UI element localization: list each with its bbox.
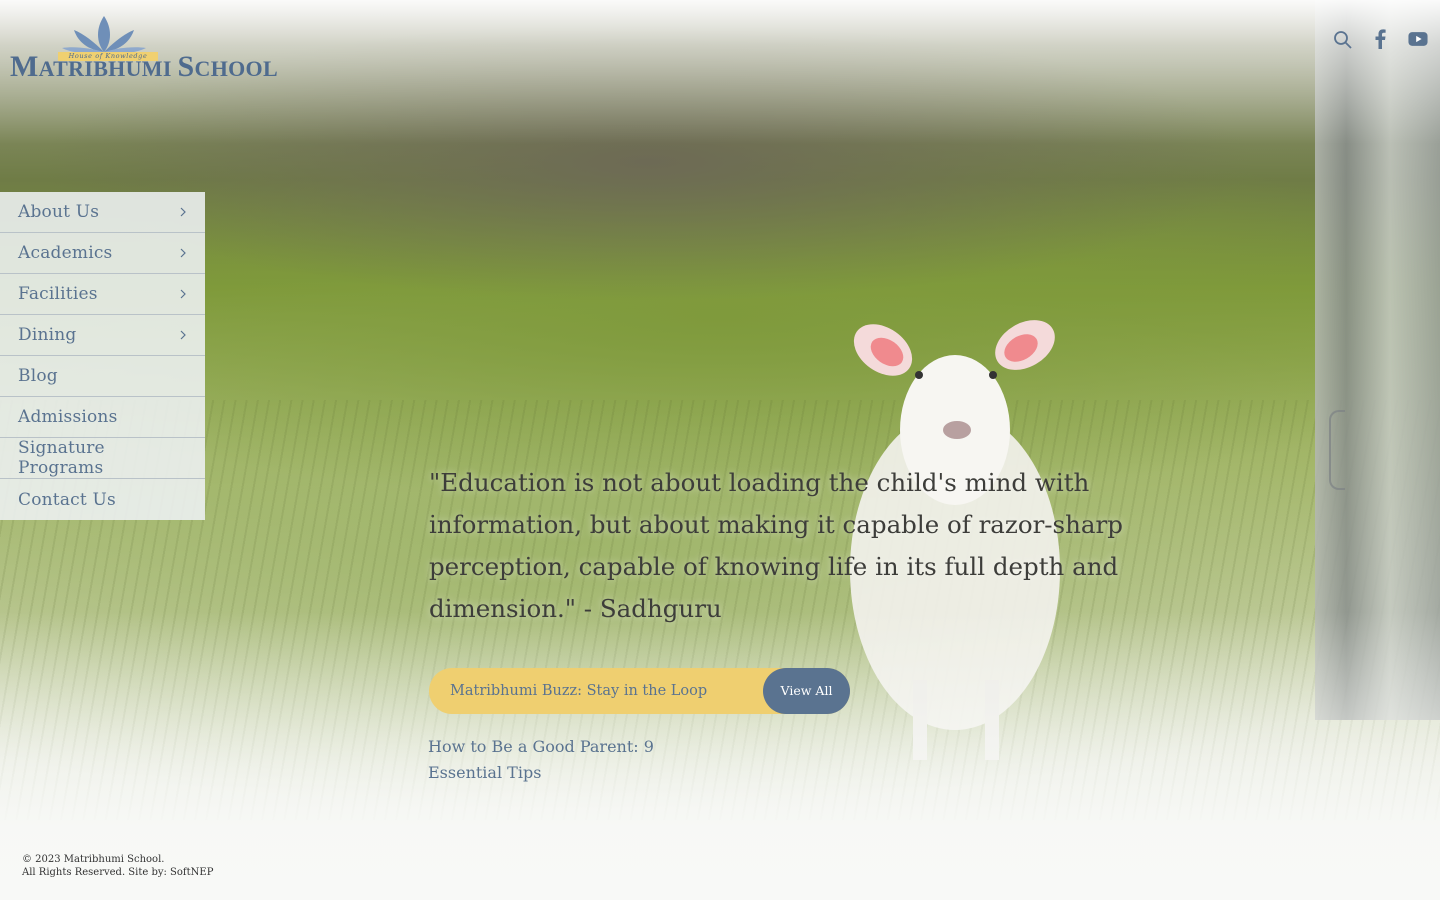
menu-item-label: Admissions [18,407,118,427]
school-name-part-1: ATRIBHUMI [38,56,178,81]
footer-copyright: © 2023 Matribhumi School. [22,854,165,865]
school-name: MATRIBHUMI SCHOOL [10,50,278,84]
school-name-initial-2: S [177,50,195,83]
chevron-right-icon [180,289,186,299]
footer: © 2023 Matribhumi School. All Rights Res… [22,853,213,879]
view-all-button[interactable]: View All [763,668,850,714]
menu-item-label: Dining [18,325,77,345]
search-icon[interactable] [1332,28,1352,50]
menu-item-contact-us[interactable]: Contact Us [0,479,205,520]
latest-post-link[interactable]: How to Be a Good Parent: 9 Essential Tip… [428,734,668,786]
chevron-right-icon [180,248,186,258]
menu-item-label: Facilities [18,284,98,304]
menu-item-dining[interactable]: Dining [0,315,205,356]
menu-item-label: About Us [18,202,100,222]
side-menu: About Us Academics Facilities Dining Blo… [0,192,205,520]
youtube-icon[interactable] [1408,28,1428,50]
hero-background [0,0,1440,900]
footer-credits: All Rights Reserved. Site by: SoftNEP [22,867,214,878]
menu-item-signature-programs[interactable]: Signature Programs [0,438,205,479]
menu-item-label: Contact Us [18,489,116,510]
menu-item-about-us[interactable]: About Us [0,192,205,233]
hero-quote: "Education is not about loading the chil… [429,468,1123,623]
school-name-initial-1: M [10,50,39,83]
menu-item-admissions[interactable]: Admissions [0,397,205,438]
chevron-right-icon [180,207,186,217]
header-icons [1332,28,1428,50]
background-fade [0,0,1440,900]
facebook-icon[interactable] [1370,28,1390,50]
menu-item-facilities[interactable]: Facilities [0,274,205,315]
lotus-icon [62,16,146,54]
school-name-part-2: CHOOL [194,56,278,81]
menu-item-label: Blog [18,366,58,386]
menu-item-label: Signature Programs [18,438,105,478]
menu-item-label: Academics [18,243,113,263]
chevron-right-icon [180,330,186,340]
school-logo[interactable]: House of Knowledge MATRIBHUMI SCHOOL [10,14,278,83]
menu-item-blog[interactable]: Blog [0,356,205,397]
menu-item-academics[interactable]: Academics [0,233,205,274]
news-heading: Matribhumi Buzz: Stay in the Loop [450,683,708,699]
news-bar: Matribhumi Buzz: Stay in the Loop View A… [429,668,850,714]
